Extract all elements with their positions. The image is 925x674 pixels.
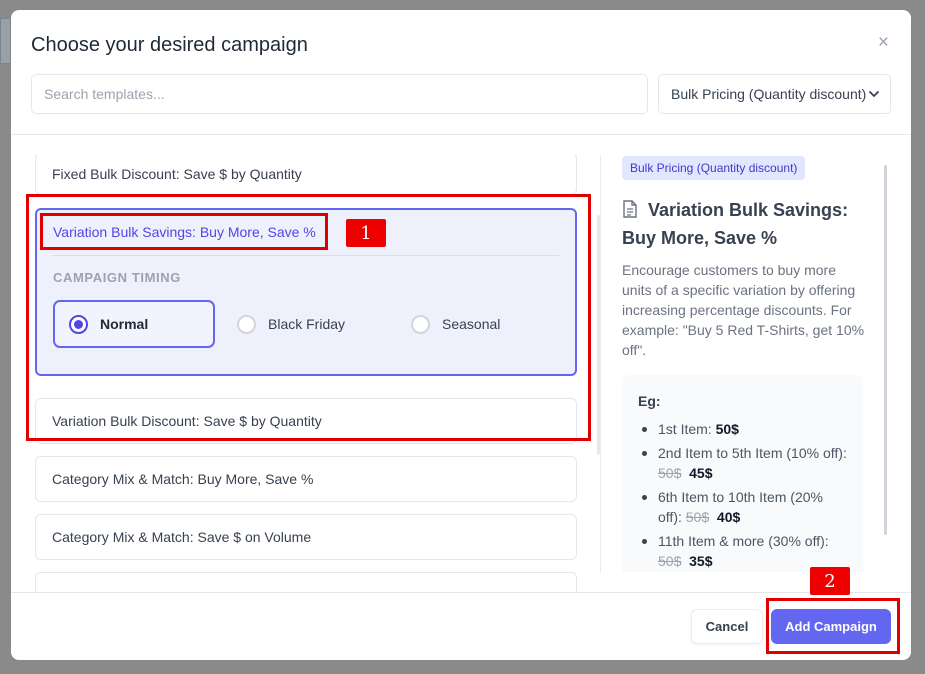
timing-option-black-friday[interactable]: Black Friday [223, 300, 387, 348]
search-templates-input[interactable] [31, 74, 648, 114]
timing-option-label: Seasonal [442, 316, 501, 332]
template-list: Fixed Bulk Discount: Save $ by Quantity … [11, 135, 601, 592]
template-card-variation-bulk-discount[interactable]: Variation Bulk Discount: Save $ by Quant… [35, 398, 577, 444]
background-window-fragment [0, 18, 11, 64]
template-card-title: Category Mix & Match: Buy More, Save % [52, 471, 314, 487]
card-divider [53, 255, 559, 256]
template-card-title: Variation Bulk Discount: Save $ by Quant… [52, 413, 322, 429]
timing-option-normal[interactable]: Normal [53, 300, 215, 348]
detail-title-text: Variation Bulk Savings: Buy More, Save % [622, 200, 849, 248]
example-item: 1st Item: 50$ [638, 419, 847, 439]
template-card-fixed-bulk-discount[interactable]: Fixed Bulk Discount: Save $ by Quantity [35, 153, 577, 195]
detail-panel-scrollbar[interactable] [884, 165, 887, 535]
campaign-type-selected-value: Bulk Pricing (Quantity discount) [671, 86, 867, 102]
example-list: 1st Item: 50$ 2nd Item to 5th Item (10% … [638, 419, 847, 571]
radio-unselected-icon [411, 314, 430, 334]
example-item: 2nd Item to 5th Item (10% off): 50$ 45$ [638, 443, 847, 483]
campaign-modal: Choose your desired campaign × Bulk Pric… [11, 10, 911, 660]
template-card-title: Variation Bulk Savings: Buy More, Save % [53, 224, 316, 240]
add-campaign-button[interactable]: Add Campaign [771, 609, 891, 644]
campaign-timing-label: CAMPAIGN TIMING [53, 270, 181, 285]
timing-option-seasonal[interactable]: Seasonal [397, 300, 559, 348]
annotation-marker-1: 1 [346, 219, 386, 247]
annotation-marker-2: 2 [810, 567, 850, 595]
template-card-partial[interactable] [35, 572, 577, 592]
cancel-button[interactable]: Cancel [691, 609, 763, 644]
template-detail-panel: Bulk Pricing (Quantity discount) Variati… [602, 135, 911, 572]
document-icon [623, 200, 637, 218]
detail-category-badge: Bulk Pricing (Quantity discount) [622, 156, 806, 180]
campaign-type-select[interactable]: Bulk Pricing (Quantity discount) [658, 74, 891, 114]
detail-description: Encourage customers to buy more units of… [622, 262, 865, 358]
radio-selected-icon [69, 314, 88, 334]
chevron-down-icon [869, 91, 879, 97]
example-box: Eg: 1st Item: 50$ 2nd Item to 5th Item (… [622, 375, 863, 572]
template-card-category-mix-save-percent[interactable]: Category Mix & Match: Buy More, Save % [35, 456, 577, 502]
radio-unselected-icon [237, 314, 256, 334]
close-icon[interactable]: × [878, 33, 889, 52]
template-card-variation-bulk-savings[interactable]: Variation Bulk Savings: Buy More, Save %… [35, 208, 577, 376]
timing-option-label: Normal [100, 316, 149, 332]
example-item: 11th Item & more (30% off): 50$ 35$ [638, 531, 847, 571]
timing-option-label: Black Friday [268, 316, 346, 332]
example-label: Eg: [638, 393, 661, 409]
template-card-title: Category Mix & Match: Save $ on Volume [52, 529, 312, 545]
modal-title: Choose your desired campaign [31, 34, 308, 56]
template-card-category-mix-save-volume[interactable]: Category Mix & Match: Save $ on Volume [35, 514, 577, 560]
footer-divider [11, 592, 911, 593]
detail-title: Variation Bulk Savings: Buy More, Save % [622, 196, 882, 252]
panel-divider [600, 155, 601, 573]
example-item: 6th Item to 10th Item (20% off): 50$ 40$ [638, 487, 847, 527]
template-card-title: Fixed Bulk Discount: Save $ by Quantity [52, 166, 302, 182]
